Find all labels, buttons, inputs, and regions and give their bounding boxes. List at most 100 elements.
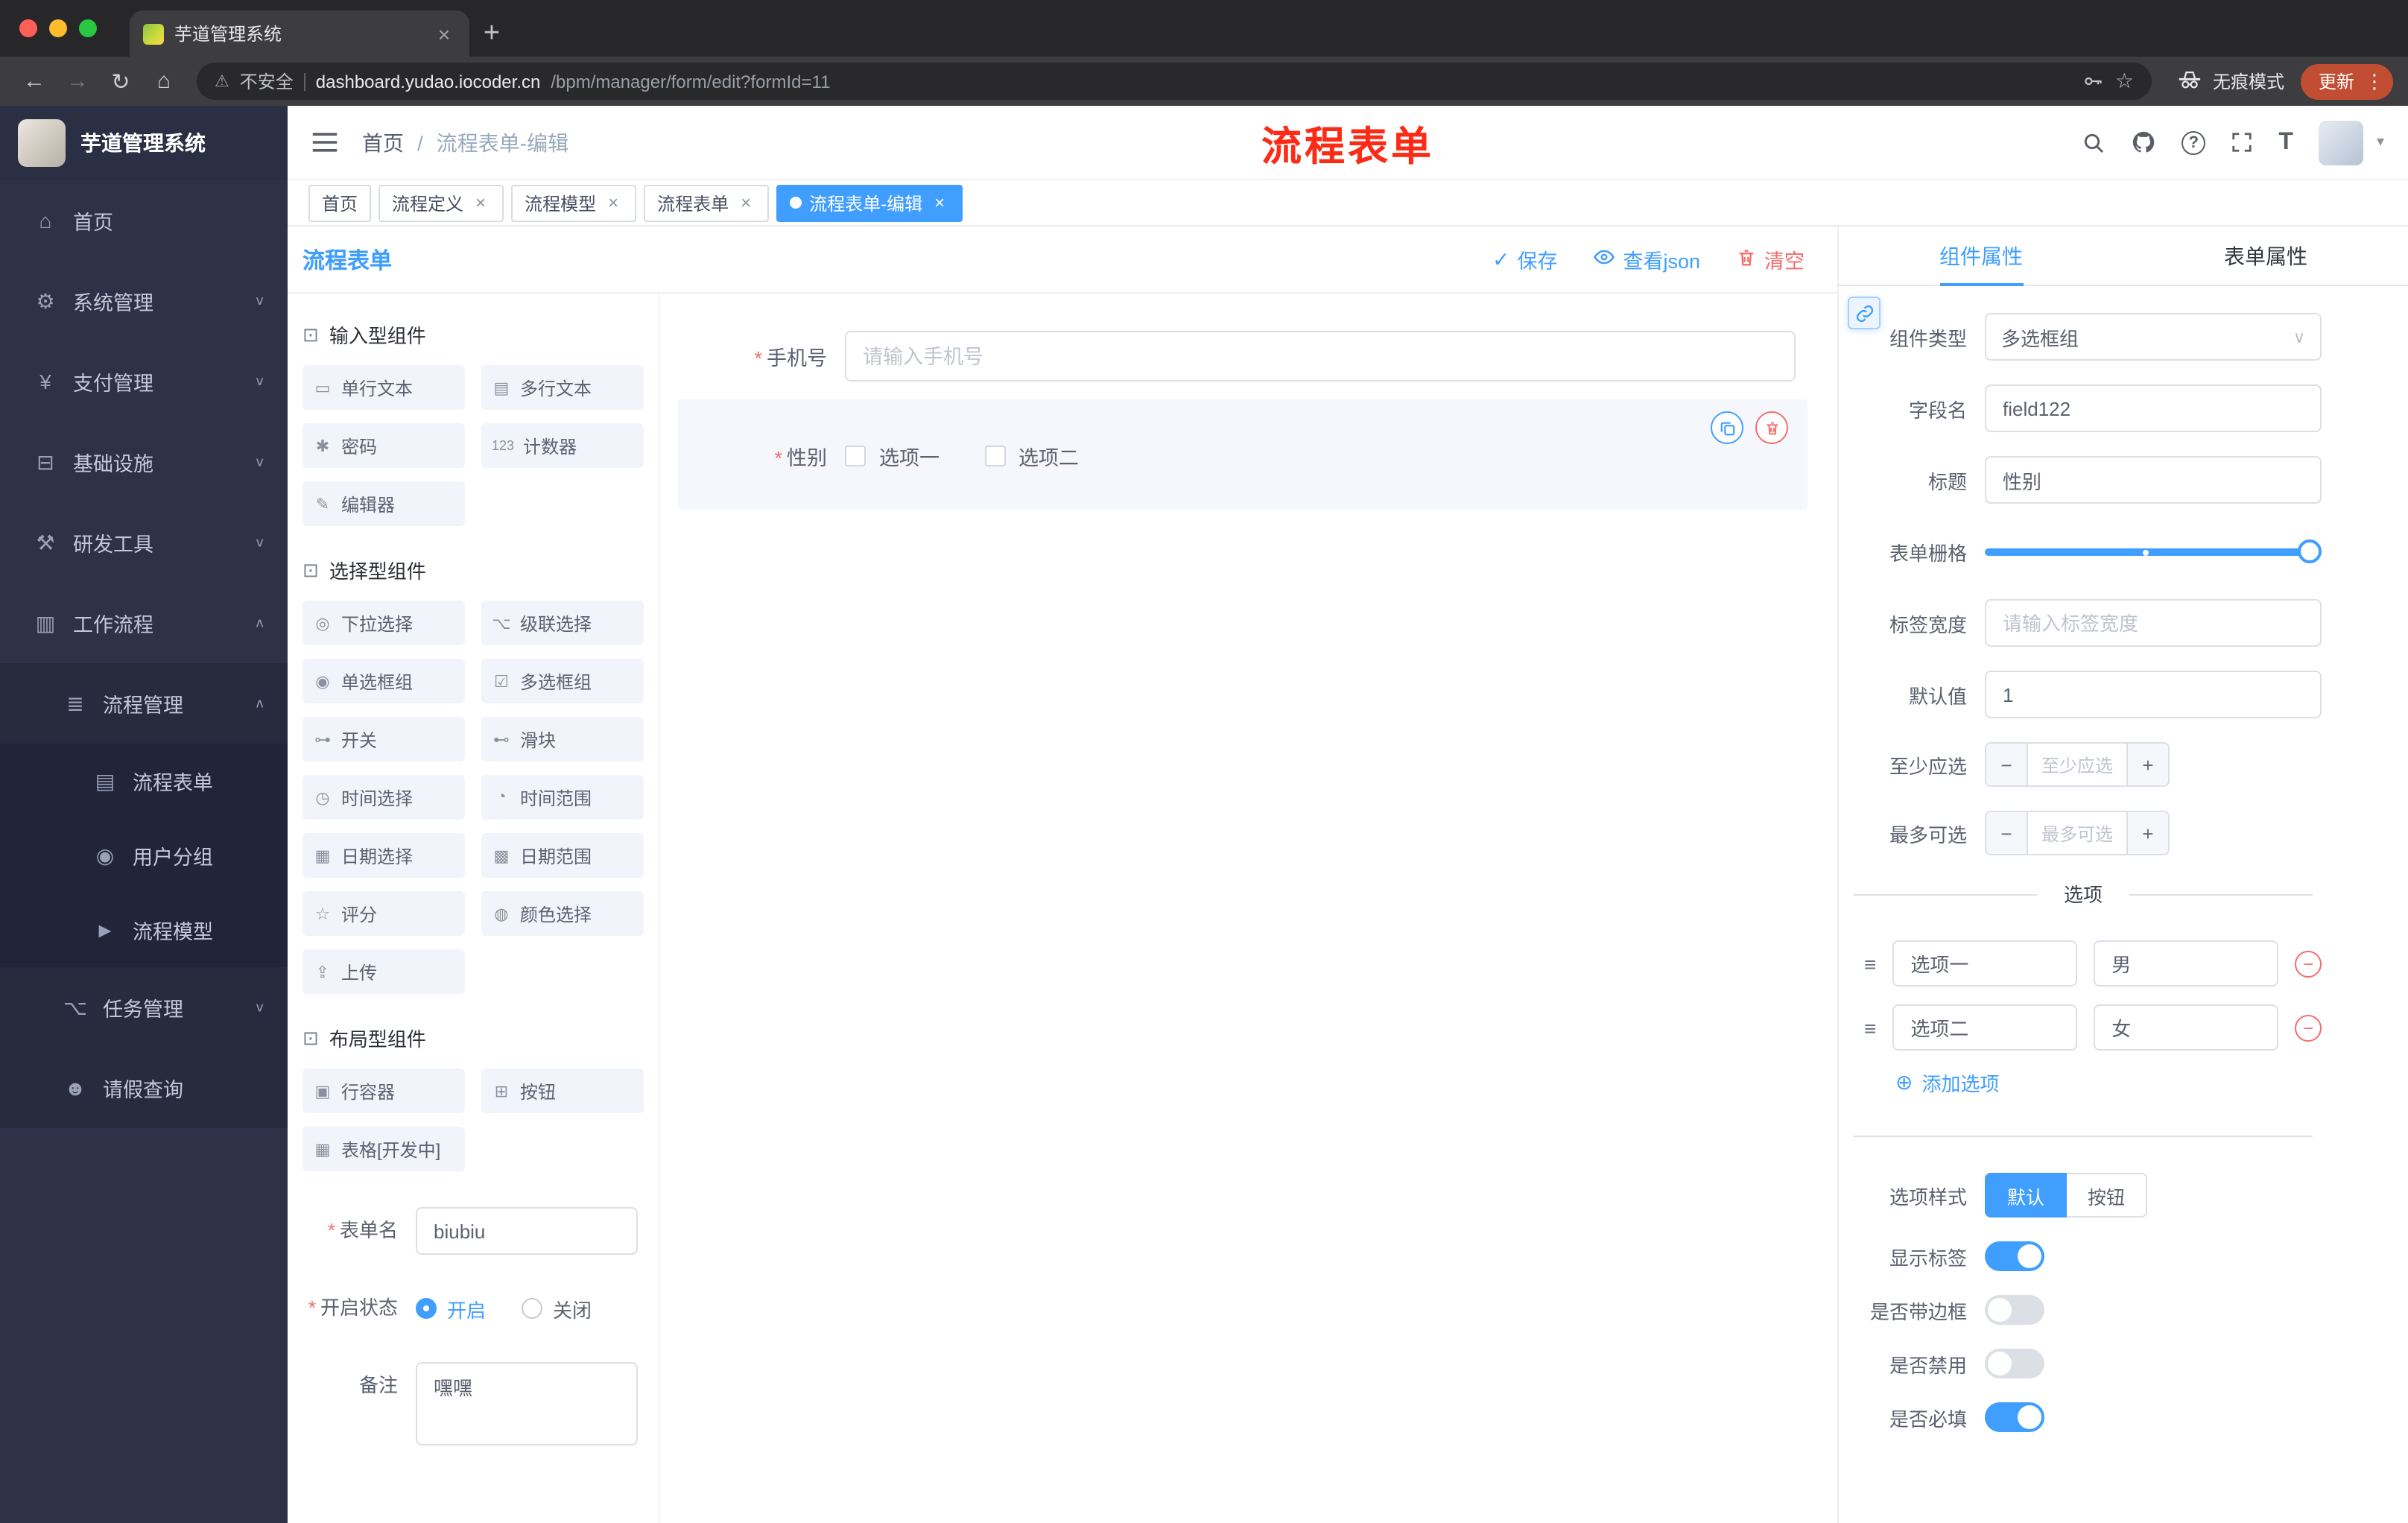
drag-handle-icon[interactable]: ≡ — [1864, 1016, 1876, 1039]
palette-item-date-range[interactable]: ▩ 日期范围 — [481, 833, 644, 878]
security-label[interactable]: 不安全 — [240, 69, 294, 94]
close-icon[interactable]: × — [736, 192, 755, 213]
palette-item-slider[interactable]: ⊷ 滑块 — [481, 717, 644, 762]
stepper-placeholder[interactable]: 至少应选 — [2028, 744, 2126, 785]
remark-textarea[interactable]: 嘿嘿 — [416, 1362, 638, 1446]
checkbox-option-2[interactable]: 选项二 — [984, 441, 1079, 471]
tag-process-definition[interactable]: 流程定义 × — [378, 184, 504, 221]
sidebar-item-workflow[interactable]: ▥ 工作流程 ∧ — [0, 583, 288, 663]
title-input[interactable] — [1985, 456, 2322, 504]
delete-component-button[interactable] — [1755, 411, 1788, 444]
form-name-input[interactable] — [416, 1207, 638, 1255]
sidebar-item-process-model[interactable]: ► 流程模型 — [0, 893, 288, 967]
browser-tab[interactable]: 芋道管理系统 × — [130, 10, 469, 57]
tag-home[interactable]: 首页 — [308, 184, 372, 221]
sidebar-item-process-form[interactable]: ▤ 流程表单 — [0, 744, 288, 818]
palette-item-time-range[interactable]: ◔ 时间范围 — [481, 775, 644, 820]
palette-item-editor[interactable]: ✎ 编辑器 — [302, 481, 465, 526]
copy-component-button[interactable] — [1711, 411, 1743, 444]
sidebar-item-infrastructure[interactable]: ⊟ 基础设施 ∨ — [0, 422, 288, 502]
palette-item-cascader[interactable]: ⌥ 级联选择 — [481, 601, 644, 645]
style-default-button[interactable]: 默认 — [1985, 1173, 2068, 1218]
tag-process-model[interactable]: 流程模型 × — [511, 184, 637, 221]
palette-item-table[interactable]: ▦ 表格[开发中] — [302, 1127, 465, 1171]
decrease-button[interactable]: − — [1986, 744, 2028, 785]
palette-item-button[interactable]: ⊞ 按钮 — [481, 1068, 644, 1113]
sidebar-collapse-icon[interactable] — [311, 131, 338, 153]
tab-component-props[interactable]: 组件属性 — [1839, 227, 2123, 285]
sidebar-item-system-management[interactable]: ⚙ 系统管理 ∨ — [0, 261, 288, 341]
remove-option-button[interactable]: − — [2295, 1014, 2322, 1041]
search-icon[interactable] — [2082, 130, 2106, 154]
show-label-switch[interactable] — [1985, 1241, 2044, 1271]
palette-item-counter[interactable]: 123 计数器 — [481, 423, 644, 468]
max-count-stepper[interactable]: − 最多可选 + — [1985, 811, 2170, 855]
save-button[interactable]: ✓ 保存 — [1492, 244, 1557, 274]
home-button[interactable]: ⌂ — [145, 62, 183, 101]
forward-button[interactable]: → — [58, 62, 97, 101]
slider-handle[interactable] — [2298, 539, 2322, 563]
user-menu-caret-icon[interactable]: ▾ — [2377, 134, 2384, 151]
increase-button[interactable]: + — [2126, 744, 2168, 785]
browser-menu-icon[interactable]: ⋮ — [2363, 69, 2386, 93]
option-value-input[interactable] — [2094, 940, 2279, 987]
address-bar[interactable]: ⚠ 不安全 dashboard.yudao.iocoder.cn/bpm/man… — [197, 63, 2152, 100]
label-width-input[interactable] — [1985, 599, 2322, 647]
tab-form-props[interactable]: 表单属性 — [2123, 227, 2408, 285]
form-field-gender-selected[interactable]: * 性别 选项一 选项二 — [678, 399, 1807, 510]
phone-input[interactable] — [845, 331, 1796, 381]
drag-handle-icon[interactable]: ≡ — [1864, 952, 1876, 975]
stepper-placeholder[interactable]: 最多可选 — [2028, 812, 2126, 854]
checkbox-option-1[interactable]: 选项一 — [845, 441, 940, 471]
update-button[interactable]: 更新 ⋮ — [2300, 63, 2393, 99]
sidebar-item-payment-management[interactable]: ¥ 支付管理 ∨ — [0, 341, 288, 422]
grid-slider[interactable] — [1985, 528, 2322, 575]
palette-item-radio-group[interactable]: ◉ 单选框组 — [302, 659, 465, 703]
sidebar-item-devtools[interactable]: ⚒ 研发工具 ∨ — [0, 502, 288, 583]
window-minimize-button[interactable] — [49, 19, 67, 37]
sidebar-item-leave-query[interactable]: ☻ 请假查询 — [0, 1048, 288, 1128]
clear-button[interactable]: 清空 — [1736, 244, 1805, 274]
app-logo[interactable]: 芋道管理系统 — [0, 106, 288, 180]
palette-item-single-line-text[interactable]: ▭ 单行文本 — [302, 365, 465, 410]
close-icon[interactable]: × — [930, 192, 949, 213]
sidebar-item-process-management[interactable]: ≣ 流程管理 ∧ — [0, 663, 288, 744]
field-name-input[interactable] — [1985, 384, 2322, 432]
fullscreen-icon[interactable] — [2231, 131, 2253, 153]
style-button-button[interactable]: 按钮 — [2067, 1173, 2148, 1218]
option-label-input[interactable] — [1892, 940, 2078, 987]
help-icon[interactable]: ? — [2182, 130, 2206, 154]
close-icon[interactable]: × — [471, 192, 490, 213]
palette-item-date-picker[interactable]: ▦ 日期选择 — [302, 833, 465, 878]
default-value-input[interactable] — [1985, 671, 2322, 718]
checkbox-icon[interactable] — [845, 446, 866, 466]
palette-item-multi-line-text[interactable]: ▤ 多行文本 — [481, 365, 644, 410]
window-zoom-button[interactable] — [79, 19, 97, 37]
palette-item-rate[interactable]: ☆ 评分 — [302, 891, 465, 936]
option-label-input[interactable] — [1892, 1004, 2078, 1051]
sidebar-item-user-group[interactable]: ◉ 用户分组 — [0, 818, 288, 893]
palette-item-row-container[interactable]: ▣ 行容器 — [302, 1068, 465, 1113]
palette-item-checkbox-group[interactable]: ☑ 多选框组 — [481, 659, 644, 703]
decrease-button[interactable]: − — [1986, 812, 2028, 854]
palette-item-switch[interactable]: ⊶ 开关 — [302, 717, 465, 762]
checkbox-icon[interactable] — [984, 446, 1005, 466]
palette-item-color-picker[interactable]: ◍ 颜色选择 — [481, 891, 644, 936]
disabled-switch[interactable] — [1985, 1349, 2044, 1378]
palette-item-password[interactable]: ✱ 密码 — [302, 423, 465, 468]
user-avatar[interactable] — [2318, 120, 2363, 165]
breadcrumb-home[interactable]: 首页 — [362, 127, 404, 157]
radio-closed[interactable]: 关闭 — [522, 1294, 592, 1323]
reload-button[interactable]: ↻ — [101, 62, 140, 101]
back-button[interactable]: ← — [15, 62, 54, 101]
min-count-stepper[interactable]: − 至少应选 + — [1985, 742, 2170, 787]
option-value-input[interactable] — [2094, 1004, 2279, 1051]
radio-open[interactable]: 开启 — [416, 1294, 486, 1323]
component-type-select[interactable]: 多选框组 ∨ — [1985, 313, 2322, 361]
not-secure-icon[interactable]: ⚠ — [215, 72, 229, 91]
palette-item-time-picker[interactable]: ◷ 时间选择 — [302, 775, 465, 820]
tag-process-form-edit[interactable]: 流程表单-编辑 × — [776, 184, 963, 221]
tag-process-form[interactable]: 流程表单 × — [644, 184, 770, 221]
font-size-icon[interactable]: T — [2278, 129, 2293, 156]
increase-button[interactable]: + — [2126, 812, 2168, 854]
